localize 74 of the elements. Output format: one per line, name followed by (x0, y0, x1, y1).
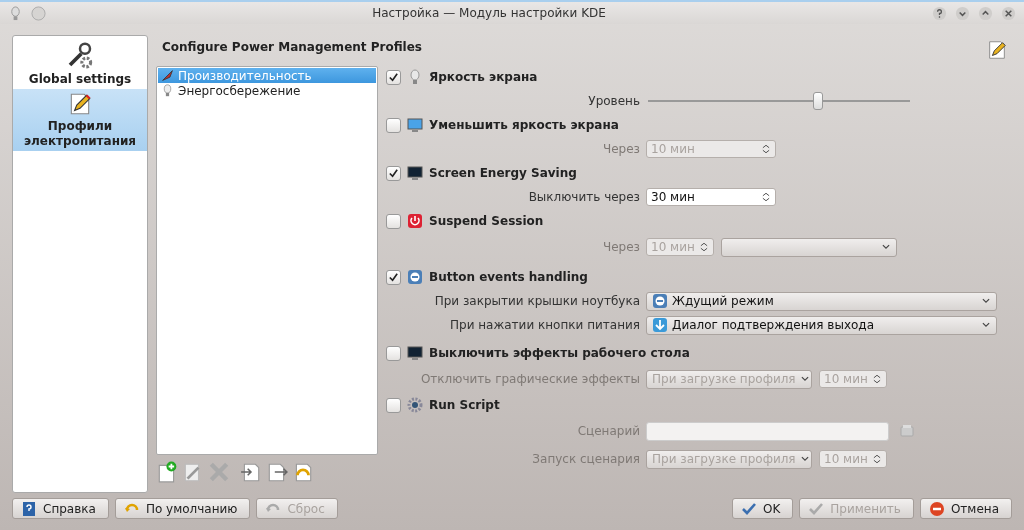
folder-browse-icon[interactable] (899, 423, 915, 439)
field-label: Отключить графические эффекты (419, 372, 640, 386)
dialog-button[interactable]: Справка (12, 498, 109, 519)
sidebar-item[interactable]: Профили электропитания (13, 89, 147, 151)
caret-icon (981, 320, 991, 330)
pin-button-icon[interactable] (31, 5, 46, 21)
section-title: Screen Energy Saving (429, 166, 577, 180)
dialog-button[interactable]: Отмена (919, 498, 1012, 519)
check-icon (388, 167, 399, 179)
section-title: Suspend Session (429, 214, 544, 228)
monitor-icon (407, 165, 423, 181)
caret-icon (799, 374, 810, 384)
checkbox[interactable] (386, 213, 401, 229)
standby-icon (652, 293, 668, 309)
help-book-icon (21, 500, 37, 517)
spin-arrows-icon (699, 240, 709, 254)
caret-icon (881, 242, 891, 252)
checkbox[interactable] (386, 345, 401, 361)
dialog-button[interactable]: OK (732, 498, 794, 519)
light-bulb-icon (8, 5, 23, 21)
help-icon[interactable] (932, 5, 947, 21)
power-icon (407, 213, 423, 229)
section-title: Button events handling (429, 270, 588, 284)
spin-arrows-icon (761, 190, 771, 204)
minimize-icon[interactable] (955, 5, 970, 21)
export-document-icon[interactable] (266, 461, 288, 483)
light-bulb-icon (407, 69, 423, 85)
dropdown[interactable] (721, 237, 897, 257)
profile-item[interactable]: Энергосбережение (158, 83, 376, 98)
dialog-button[interactable]: По умолчанию (114, 498, 251, 519)
light-bulb-icon (161, 84, 174, 97)
dropdown[interactable]: Диалог подтверждения выхода (646, 315, 997, 335)
monitor-icon (407, 345, 423, 361)
section-title: Run Script (429, 398, 500, 412)
spin-box[interactable]: 30 мин (646, 188, 776, 206)
spin-arrows-icon (872, 452, 882, 466)
page-heading: Configure Power Management Profiles (162, 39, 422, 55)
checkbox[interactable] (386, 117, 401, 133)
pencil-document-icon[interactable] (986, 39, 1008, 61)
section-title: Выключить эффекты рабочего стола (429, 346, 690, 360)
gear-icon (407, 397, 423, 413)
checkbox[interactable] (386, 397, 401, 413)
slider-thumb[interactable] (813, 92, 824, 110)
check-icon (388, 271, 399, 283)
field-label: Уровень (587, 94, 640, 108)
caret-icon (799, 454, 810, 464)
field-label: Сценарий (576, 424, 640, 438)
import-document-icon[interactable] (240, 461, 262, 483)
add-document-icon[interactable] (156, 461, 178, 483)
cancel-icon (928, 500, 945, 517)
download-arrow-icon (652, 317, 668, 333)
field-label: При закрытии крышки ноутбука (433, 294, 640, 308)
section-title: Уменьшить яркость экрана (429, 118, 619, 132)
script-field[interactable] (646, 421, 889, 441)
close-icon[interactable] (1001, 5, 1016, 21)
maximize-icon[interactable] (978, 5, 993, 21)
monitor-icon (407, 117, 423, 133)
spin-arrows-icon (872, 372, 882, 386)
window-title: Настройка — Модуль настройки KDE (371, 6, 607, 20)
sidebar-item[interactable]: Global settings (13, 38, 147, 89)
section-title: Яркость экрана (429, 70, 538, 84)
checkbox[interactable] (386, 69, 401, 85)
field-label: Через (602, 142, 640, 156)
check-icon (388, 71, 399, 83)
spin-arrows-icon (761, 142, 771, 156)
dropdown[interactable]: Ждущий режим (646, 291, 997, 311)
field-label: При нажатии кнопки питания (449, 318, 640, 332)
field-label: Через (602, 240, 640, 254)
field-label: Запуск сценария (531, 452, 640, 466)
field-label: Выключить через (527, 190, 640, 204)
caret-icon (981, 296, 991, 306)
checkbox[interactable] (386, 269, 401, 285)
standby-icon (407, 269, 423, 285)
checkbox[interactable] (386, 165, 401, 181)
